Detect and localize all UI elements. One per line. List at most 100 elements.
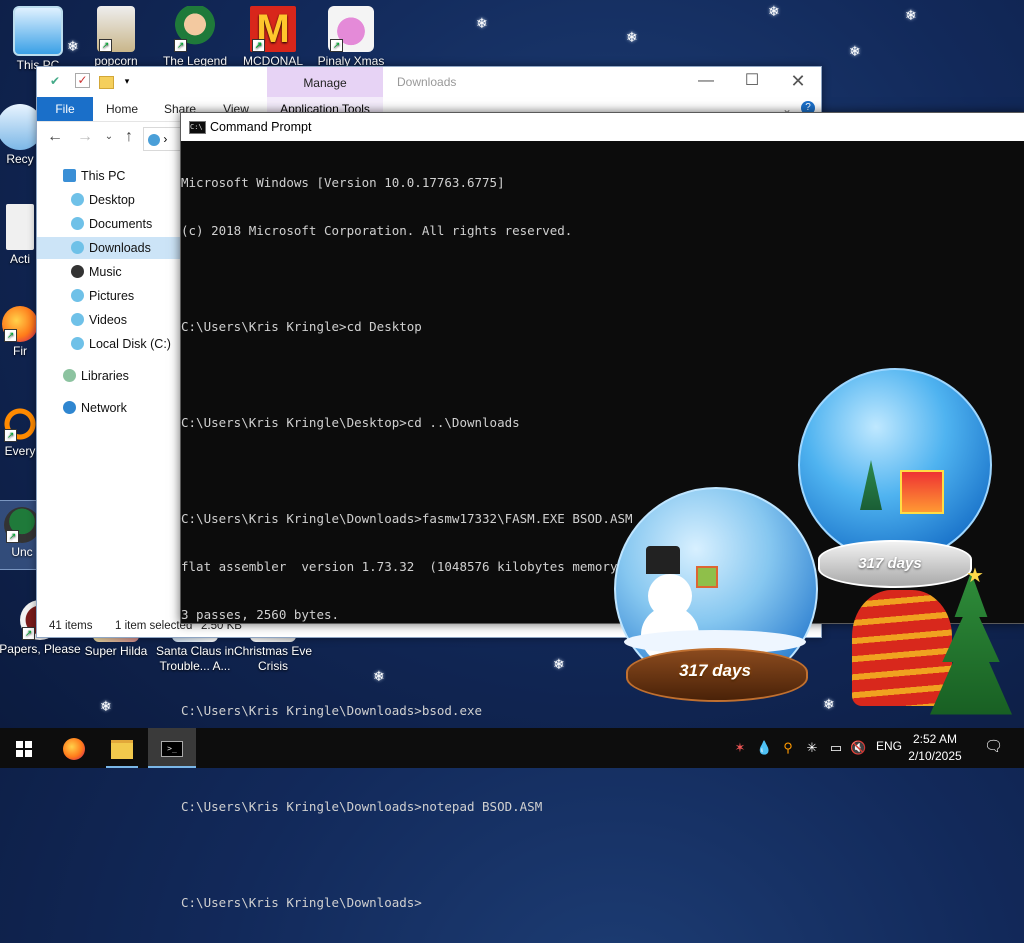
tab-home[interactable]: Home [99,97,145,121]
terminal-icon: >_ [161,741,183,758]
notification-icon[interactable]: 🗨 [984,739,1003,755]
new-folder-icon[interactable] [99,76,114,89]
game-character-icon: ↗ [4,507,40,543]
taskbar-file-explorer[interactable] [98,728,146,768]
console-line: C:\Users\Kris Kringle\Downloads>notepad … [181,799,543,814]
nav-item-downloads[interactable]: Downloads [37,237,180,259]
nav-item-pictures[interactable]: Pictures [37,285,180,307]
nav-item-music[interactable]: Music [37,261,180,283]
snowflake-icon: ❄ [626,29,638,45]
console-line: C:\Users\Kris Kringle>cd Desktop [181,319,422,334]
nav-item-network[interactable]: Network [37,397,180,419]
windows-logo-icon [16,741,32,758]
firefox-icon: ↗ [2,306,38,342]
videos-icon [71,313,84,326]
candy-stand [852,590,952,706]
network-icon [63,401,76,414]
minimize-button[interactable]: — [683,67,729,97]
volume-muted-icon[interactable]: 🔇 [850,740,866,756]
up-arrow-icon[interactable]: ↑ [119,127,139,147]
shortcut-arrow-icon: ↗ [99,39,112,52]
address-bar[interactable]: › [143,127,185,151]
shortcut-arrow-icon: ↗ [330,39,343,52]
forward-arrow-icon[interactable]: → [75,127,95,147]
taskbar-firefox[interactable] [50,728,98,768]
console-line: (c) 2018 Microsoft Corporation. All righ… [181,223,573,238]
network-status-icon[interactable]: ✶ [732,740,748,756]
window-title: Downloads [397,75,457,89]
nav-item-this-pc[interactable]: This PC [37,165,180,187]
clock-date: 2/10/2025 [908,749,962,763]
chevron-down-icon[interactable]: ⌄ [99,127,119,147]
taskbar: >_ ✶ 💧 ⚲ ✳ ▭ 🔇 ENG 2:52 AM 2/10/2025 🗨 [0,728,1024,768]
computer-icon [13,6,63,56]
tab-manage[interactable]: Manage [267,67,383,97]
desktop-icon-the-legend[interactable]: ↗ The Legend [153,6,237,69]
display-icon[interactable]: ▭ [828,740,844,756]
pig-icon: ↗ [328,6,374,52]
libraries-icon [63,369,76,382]
music-icon [71,265,84,278]
snowflake-icon: ❄ [476,15,488,31]
maximize-button[interactable]: ☐ [729,67,775,97]
shortcut-arrow-icon: ↗ [6,530,19,543]
snowflake-icon: ❄ [905,7,917,23]
desktop-icon-this-pc[interactable]: This PC [0,6,78,73]
shortcut-arrow-icon: ↗ [4,329,17,342]
nav-item-documents[interactable]: Documents [37,213,180,235]
close-button[interactable]: ✕ [775,67,821,97]
clock-time: 2:52 AM [912,732,958,746]
popcorn-icon: ↗ [97,6,135,52]
snowflake-icon: ❄ [100,698,112,714]
documents-icon [71,217,84,230]
mcdonalds-logo-icon: M ↗ [250,6,296,52]
properties-icon[interactable]: ✓ [75,73,90,88]
nav-item-libraries[interactable]: Libraries [37,365,180,387]
search-icon: ↗ [2,406,38,442]
window-title: Command Prompt [210,120,312,134]
shortcut-arrow-icon: ↗ [174,39,187,52]
downloads-icon [71,241,84,254]
pictures-icon [71,289,84,302]
shortcut-arrow-icon: ↗ [252,39,265,52]
customize-toolbar-icon[interactable]: ▾ [119,73,135,89]
console-line: Microsoft Windows [Version 10.0.17763.67… [181,175,505,190]
document-icon [6,204,34,250]
water-drop-icon[interactable]: 💧 [756,740,772,756]
computer-icon [148,133,160,146]
quick-access-icon[interactable]: ✔ [47,73,63,89]
snow-globe-glass [798,368,992,562]
item-count: 41 items [49,620,93,632]
console-line: C:\Users\Kris Kringle\Downloads> [181,895,422,910]
computer-icon [63,169,76,182]
snowflake-icon[interactable]: ✳ [804,740,820,756]
snowflake-icon: ❄ [768,3,780,19]
shortcut-arrow-icon: ↗ [4,429,17,442]
gift-box-icon [696,566,718,588]
taskbar-command-prompt[interactable]: >_ [148,728,196,768]
system-clock[interactable]: 2:52 AM 2/10/2025 [900,731,970,765]
nav-item-videos[interactable]: Videos [37,309,180,331]
start-button[interactable] [0,728,48,768]
search-icon[interactable]: ⚲ [780,740,796,756]
desktop-icon-popcorn[interactable]: ↗ popcorn [74,6,158,69]
nav-item-desktop[interactable]: Desktop [37,189,180,211]
terminal-icon: C:\ [189,121,206,134]
star-icon: ★ [966,565,984,587]
tab-file[interactable]: File [37,97,93,121]
snowflake-icon: ❄ [849,43,861,59]
language-indicator[interactable]: ENG [876,739,902,753]
countdown-badge: 317 days [858,555,922,572]
cmd-title-bar[interactable]: C:\ Command Prompt [181,113,1024,141]
folder-icon [111,739,133,759]
countdown-badge: 317 days [679,661,751,680]
desktop-icon-mcdonald[interactable]: M ↗ MCDONAL [231,6,315,69]
nav-item-local-disk[interactable]: Local Disk (C:) [37,333,180,355]
desktop-icon [71,193,84,206]
top-hat-icon [646,546,680,574]
desktop-icon-pinaly-xmas[interactable]: ↗ Pinaly Xmas [309,6,393,69]
explorer-title-bar[interactable]: ✔ ✓ ▾ Manage Downloads — ☐ ✕ [37,67,821,97]
back-arrow-icon[interactable]: ← [45,127,65,147]
